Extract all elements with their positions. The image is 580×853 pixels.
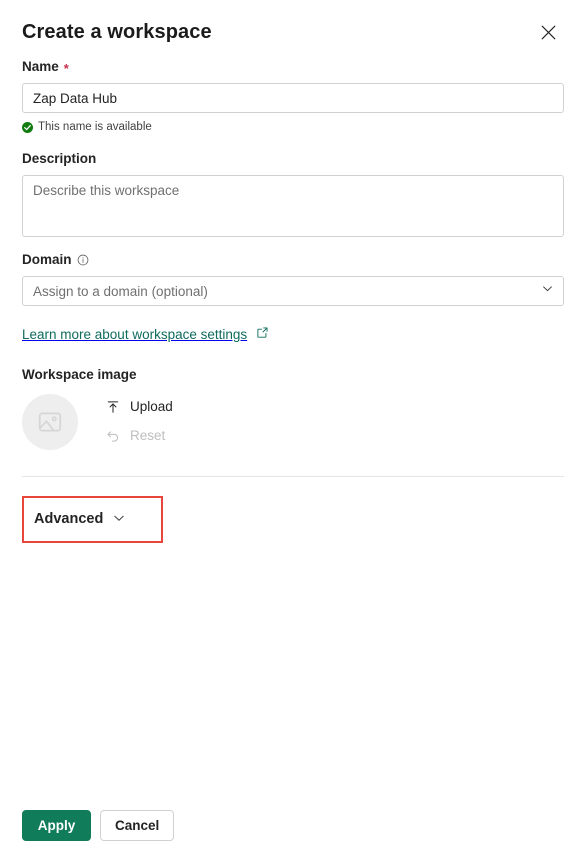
dialog-footer: Apply Cancel: [22, 810, 175, 841]
domain-label-text: Domain: [22, 252, 72, 267]
name-label-text: Name: [22, 59, 59, 74]
chevron-down-icon: [112, 511, 126, 528]
advanced-section-highlight: Advanced: [22, 496, 163, 543]
chevron-down-icon: [541, 282, 554, 300]
domain-label: Domain: [22, 251, 564, 269]
dialog-header: Create a workspace: [22, 18, 564, 52]
name-label: Name *: [22, 58, 564, 76]
reset-image-button: Reset: [104, 426, 175, 446]
name-field-group: Name * This name is available: [22, 58, 564, 134]
domain-field-group: Domain Assign to a domain (optional): [22, 251, 564, 306]
description-label-text: Description: [22, 151, 97, 166]
close-button[interactable]: [532, 18, 564, 50]
workspace-image-actions: Upload Reset: [104, 394, 175, 446]
domain-select-value: Assign to a domain (optional): [33, 283, 208, 299]
avatar: [22, 394, 78, 450]
workspace-image-label-text: Workspace image: [22, 367, 137, 382]
workspace-description-input[interactable]: [22, 175, 564, 237]
external-link-icon: [256, 326, 269, 344]
info-icon[interactable]: [77, 254, 89, 266]
apply-button[interactable]: Apply: [22, 810, 91, 841]
workspace-image-section: Workspace image Upload Reset: [22, 366, 564, 450]
upload-icon: [106, 400, 120, 414]
section-divider: [22, 476, 564, 477]
workspace-image-row: Upload Reset: [22, 394, 564, 450]
advanced-toggle-button[interactable]: Advanced: [34, 510, 126, 529]
name-validation-text: This name is available: [38, 121, 152, 133]
workspace-name-input[interactable]: [22, 83, 564, 113]
learn-more-link[interactable]: Learn more about workspace settings: [22, 326, 269, 344]
reset-label: Reset: [130, 428, 166, 443]
workspace-form: Name * This name is available Descriptio…: [22, 58, 564, 543]
check-circle-icon: [22, 121, 33, 133]
workspace-image-label: Workspace image: [22, 366, 564, 384]
domain-select[interactable]: Assign to a domain (optional): [22, 276, 564, 306]
description-label: Description: [22, 150, 564, 168]
undo-icon: [106, 429, 120, 443]
create-workspace-dialog: Create a workspace Name * Zap Data Hub T…: [0, 0, 580, 853]
cancel-button[interactable]: Cancel: [100, 810, 175, 841]
name-validation-message: This name is available: [22, 120, 564, 134]
page-title: Create a workspace: [22, 21, 212, 43]
close-icon: [541, 25, 556, 43]
upload-label: Upload: [130, 399, 173, 414]
required-asterisk: *: [63, 60, 69, 76]
advanced-label: Advanced: [34, 511, 104, 527]
learn-more-text: Learn more about workspace settings: [22, 327, 248, 342]
description-field-group: Description: [22, 150, 564, 237]
image-placeholder-icon: [36, 408, 64, 436]
upload-image-button[interactable]: Upload: [104, 397, 175, 417]
